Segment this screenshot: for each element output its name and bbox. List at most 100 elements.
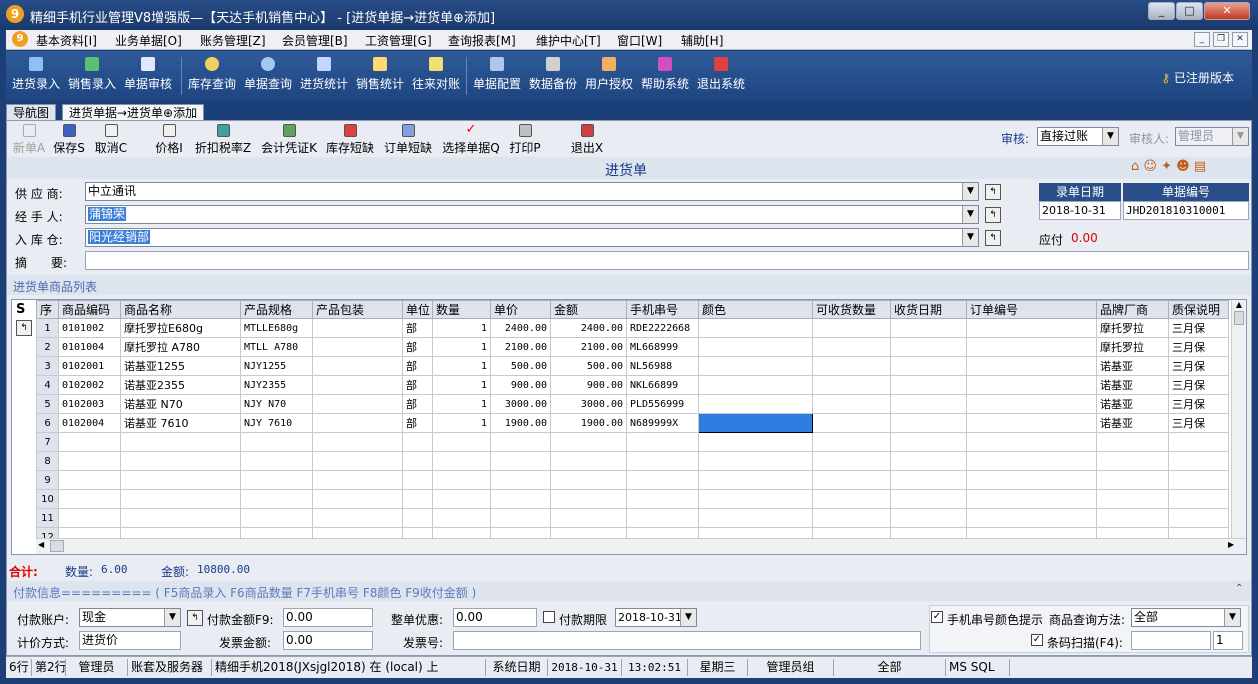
table-cell[interactable]	[490, 451, 551, 471]
table-cell[interactable]: N689999X	[626, 413, 699, 433]
column-header[interactable]: 可收货数量	[812, 300, 891, 319]
table-cell[interactable]	[1096, 432, 1169, 452]
memo-input[interactable]	[85, 251, 1249, 270]
table-row[interactable]: 2 0101004 摩托罗拉 A780 MTLL A780 部 1 2100.00 2100.…	[36, 337, 1229, 357]
table-cell[interactable]: 诺基亚2355	[120, 375, 241, 395]
menu-basic[interactable]: 基本资料[I]	[36, 32, 97, 49]
horizontal-scrollbar[interactable]: ◀ ▶	[36, 538, 1246, 554]
date-field[interactable]: 2018-10-31	[1039, 201, 1121, 220]
exit-system-button[interactable]: 退出系统	[695, 55, 747, 97]
table-cell[interactable]: NKL66899	[626, 375, 699, 395]
payment-term-date[interactable]: 2018-10-31 ▼	[615, 608, 697, 627]
table-cell[interactable]: 1	[432, 375, 491, 395]
table-cell[interactable]	[812, 318, 891, 338]
table-cell[interactable]: 诺基亚	[1096, 375, 1169, 395]
exit-button[interactable]: 退出X	[567, 123, 607, 159]
column-header[interactable]: 颜色	[698, 300, 813, 319]
cancel-button[interactable]: 取消C	[91, 123, 131, 159]
accounting-voucher-button[interactable]: 会计凭证K	[259, 123, 319, 159]
table-cell[interactable]: 部	[402, 375, 433, 395]
table-row[interactable]: 1 0101002 摩托罗拉E680g MTLLE680g 部 1 2400.00 2400.…	[36, 318, 1229, 338]
menu-reports[interactable]: 查询报表[M]	[448, 32, 516, 49]
table-cell[interactable]	[120, 470, 241, 490]
table-cell[interactable]	[312, 432, 403, 452]
menu-members[interactable]: 会员管理[B]	[282, 32, 348, 49]
vertical-scrollbar[interactable]: ▲	[1231, 300, 1246, 538]
table-cell[interactable]	[490, 470, 551, 490]
table-cell[interactable]	[312, 489, 403, 509]
contact-icon[interactable]: ☺	[1143, 159, 1157, 174]
document-config-button[interactable]: 单据配置	[471, 55, 523, 97]
table-cell[interactable]: 部	[402, 337, 433, 357]
table-cell[interactable]: NJY2355	[240, 375, 313, 395]
table-cell[interactable]	[490, 508, 551, 528]
sales-entry-button[interactable]: 销售录入	[66, 55, 118, 97]
handler-lookup-button[interactable]: ↰	[985, 207, 1001, 223]
table-cell[interactable]	[120, 432, 241, 452]
table-cell[interactable]	[812, 489, 891, 509]
table-cell[interactable]	[698, 394, 813, 414]
menu-maintenance[interactable]: 维护中心[T]	[536, 32, 601, 49]
table-cell[interactable]	[312, 356, 403, 376]
table-cell[interactable]	[1096, 451, 1169, 471]
table-cell[interactable]	[890, 356, 967, 376]
mdi-restore-button[interactable]: ❐	[1213, 32, 1229, 47]
table-cell[interactable]: 诺基亚1255	[120, 356, 241, 376]
table-cell[interactable]	[432, 508, 491, 528]
scroll-up-icon[interactable]: ▲	[1232, 300, 1246, 309]
stock-query-button[interactable]: 库存查询	[186, 55, 238, 97]
table-cell[interactable]: 500.00	[490, 356, 551, 376]
table-row[interactable]: 6 0102004 诺基亚 7610 NJY 7610 部 1 1900.00 1900.00…	[36, 413, 1229, 433]
table-cell[interactable]	[550, 451, 627, 471]
table-cell[interactable]	[698, 375, 813, 395]
column-header[interactable]: 品牌厂商	[1096, 300, 1169, 319]
table-cell[interactable]	[890, 337, 967, 357]
table-cell[interactable]: 部	[402, 413, 433, 433]
table-cell[interactable]	[240, 451, 313, 471]
table-cell[interactable]	[58, 432, 121, 452]
tools-icon[interactable]: ✦	[1161, 159, 1172, 174]
table-cell[interactable]	[490, 432, 551, 452]
table-cell[interactable]	[1168, 432, 1229, 452]
table-cell[interactable]	[626, 432, 699, 452]
table-row[interactable]: 3 0102001 诺基亚1255 NJY1255 部 1 500.00 500.00 NL56…	[36, 356, 1229, 376]
table-cell[interactable]	[698, 318, 813, 338]
scroll-thumb[interactable]	[50, 540, 64, 552]
table-cell[interactable]	[432, 489, 491, 509]
table-cell[interactable]	[58, 451, 121, 471]
reconciliation-button[interactable]: 往来对账	[410, 55, 462, 97]
table-cell[interactable]	[626, 489, 699, 509]
column-header[interactable]: 商品名称	[120, 300, 241, 319]
table-cell[interactable]: 1900.00	[490, 413, 551, 433]
table-cell[interactable]: NJY N70	[240, 394, 313, 414]
table-cell[interactable]: 诺基亚	[1096, 356, 1169, 376]
table-cell[interactable]	[812, 394, 891, 414]
table-cell[interactable]	[698, 337, 813, 357]
table-cell[interactable]	[890, 375, 967, 395]
warehouse-lookup-button[interactable]: ↰	[985, 230, 1001, 246]
table-cell[interactable]	[812, 413, 891, 433]
table-cell[interactable]	[550, 470, 627, 490]
table-cell[interactable]	[240, 489, 313, 509]
supplier-lookup-button[interactable]: ↰	[985, 184, 1001, 200]
table-cell[interactable]	[402, 432, 433, 452]
data-backup-button[interactable]: 数据备份	[527, 55, 579, 97]
table-cell[interactable]: 摩托罗拉 A780	[120, 337, 241, 357]
table-cell[interactable]	[432, 432, 491, 452]
column-header[interactable]: 产品包装	[312, 300, 403, 319]
table-row[interactable]: 8	[36, 451, 1229, 471]
table-cell[interactable]	[402, 470, 433, 490]
table-cell[interactable]	[698, 432, 813, 452]
price-button[interactable]: 价格I	[151, 123, 187, 159]
table-cell[interactable]	[240, 470, 313, 490]
menu-business[interactable]: 业务单据[O]	[115, 32, 182, 49]
table-cell[interactable]	[1096, 508, 1169, 528]
table-cell[interactable]	[890, 470, 967, 490]
table-cell[interactable]	[58, 508, 121, 528]
table-cell[interactable]: 1	[432, 356, 491, 376]
table-cell[interactable]	[120, 489, 241, 509]
collapse-icon[interactable]: ⌃	[1235, 583, 1243, 594]
table-cell[interactable]: 诺基亚	[1096, 413, 1169, 433]
table-cell[interactable]	[966, 489, 1097, 509]
table-cell[interactable]	[402, 508, 433, 528]
